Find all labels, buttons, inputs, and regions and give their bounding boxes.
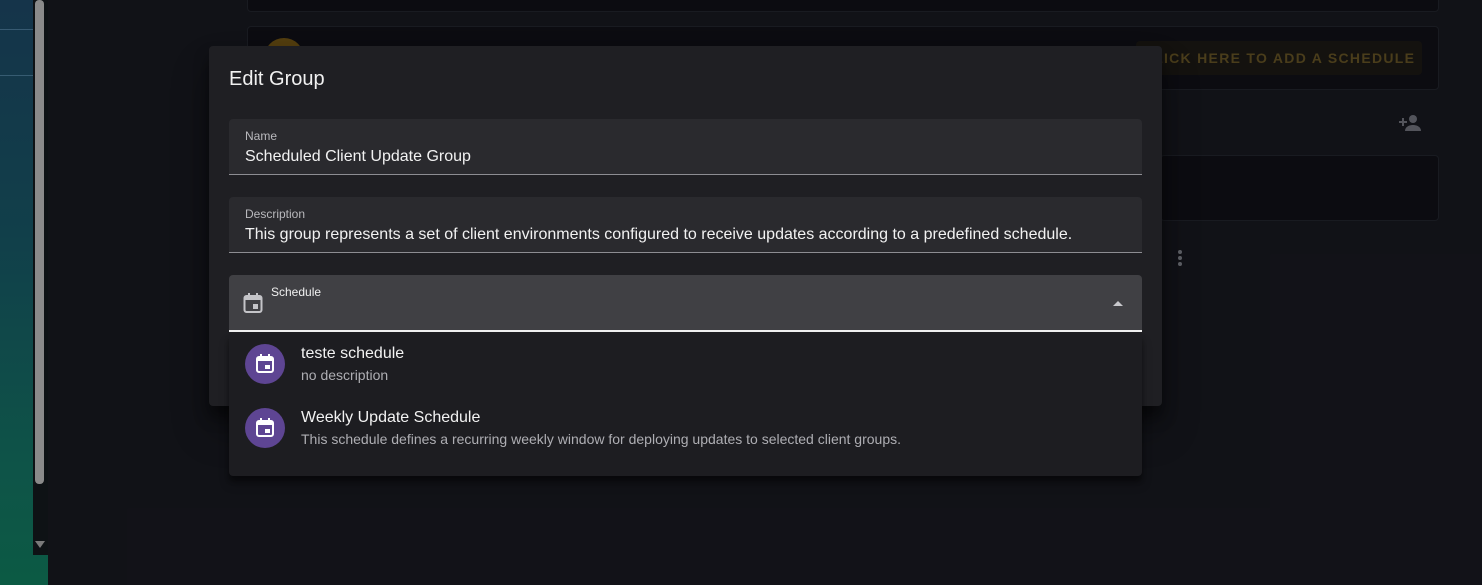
description-field[interactable]: Description This group represents a set …	[229, 197, 1142, 253]
sidebar-divider	[0, 75, 33, 76]
scroll-down-arrow-icon[interactable]	[35, 541, 45, 548]
description-field-label: Description	[245, 207, 306, 221]
option-title: teste schedule	[301, 345, 405, 362]
scrollbar-thumb[interactable]	[35, 0, 44, 484]
name-field[interactable]: Name Scheduled Client Update Group	[229, 119, 1142, 175]
chevron-up-icon[interactable]	[1113, 301, 1123, 306]
calendar-icon	[245, 408, 285, 448]
schedule-option-teste[interactable]: teste schedule no description	[229, 334, 1142, 398]
schedule-select[interactable]: Schedule	[229, 275, 1142, 332]
dialog-title: Edit Group	[229, 68, 325, 90]
description-field-value[interactable]: This group represents a set of client en…	[245, 226, 1072, 244]
schedule-select-label: Schedule	[271, 285, 322, 299]
schedule-option-weekly[interactable]: Weekly Update Schedule This schedule def…	[229, 398, 1142, 462]
option-subtitle: This schedule defines a recurring weekly…	[301, 431, 902, 447]
schedule-options-menu: teste schedule no description Weekly Upd…	[229, 334, 1142, 476]
name-field-value[interactable]: Scheduled Client Update Group	[245, 148, 471, 166]
calendar-icon	[243, 292, 263, 319]
calendar-icon	[245, 344, 285, 384]
option-subtitle: no description	[301, 367, 389, 383]
option-title: Weekly Update Schedule	[301, 409, 481, 426]
name-field-label: Name	[245, 129, 278, 143]
sidebar-divider	[0, 29, 33, 30]
